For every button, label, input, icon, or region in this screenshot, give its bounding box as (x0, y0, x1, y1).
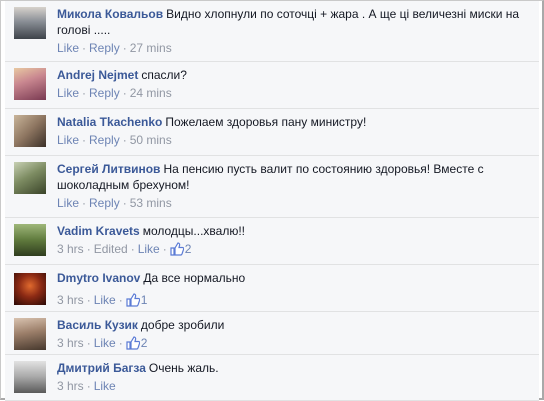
edited-label[interactable]: Edited (94, 242, 128, 256)
like-button[interactable]: Like (138, 242, 160, 256)
reply-button[interactable]: Reply (89, 133, 120, 147)
comment-item: Дмитрий Багза Очень жаль. 3 hrs · Like (5, 355, 539, 401)
comment-list: Микола Ковальов Видно хлопнули по соточці… (5, 1, 539, 401)
comment-actions: Like · Reply · 24 mins (57, 84, 533, 102)
like-button[interactable]: Like (57, 41, 79, 55)
separator: · (122, 41, 127, 55)
comment-item: Василь Кузик добре зробили 3 hrs · Like · 2 (5, 312, 539, 355)
comment-actions: 3 hrs · Like · 1 (57, 291, 533, 312)
comment-actions: 3 hrs · Edited · Like · 2 (57, 240, 533, 261)
reply-button[interactable]: Reply (89, 86, 120, 100)
separator: · (86, 242, 91, 256)
timestamp[interactable]: 3 hrs (57, 242, 84, 256)
avatar[interactable] (14, 273, 46, 305)
comment-text: добре зробили (140, 318, 225, 332)
person-photo-icon (14, 318, 46, 350)
avatar[interactable] (14, 162, 46, 194)
timestamp[interactable]: 53 mins (130, 196, 172, 210)
separator: · (122, 133, 127, 147)
comment-actions: 3 hrs · Like (57, 377, 533, 395)
like-button[interactable]: Like (57, 196, 79, 210)
avatar[interactable] (14, 115, 46, 147)
separator: · (86, 293, 91, 307)
person-photo-icon (14, 273, 46, 305)
separator: · (86, 336, 91, 350)
separator: · (130, 242, 135, 256)
separator: · (118, 293, 123, 307)
comment-text: молодцы...хвалю!! (142, 224, 246, 238)
avatar[interactable] (14, 318, 46, 350)
separator: · (162, 242, 167, 256)
separator: · (122, 86, 127, 100)
separator: · (82, 133, 87, 147)
author-name[interactable]: Василь Кузик (57, 318, 138, 332)
comment-text: Очень жаль. (148, 361, 219, 375)
reply-button[interactable]: Reply (89, 41, 120, 55)
person-photo-icon (14, 115, 46, 147)
person-photo-icon (14, 224, 46, 256)
separator: · (86, 379, 91, 393)
separator: · (82, 196, 87, 210)
author-name[interactable]: Микола Ковальов (57, 7, 163, 21)
like-button[interactable]: Like (57, 133, 79, 147)
comment-item: Andrej Nejmet спасли? Like · Reply · 24 mins (5, 62, 539, 109)
separator: · (82, 41, 87, 55)
comment-text: спасли? (141, 68, 187, 82)
person-photo-icon (14, 162, 46, 194)
comment-actions: Like · Reply · 53 mins (57, 194, 533, 212)
comment-actions: Like · Reply · 50 mins (57, 131, 533, 149)
like-button[interactable]: Like (94, 336, 116, 350)
like-button[interactable]: Like (57, 86, 79, 100)
person-photo-icon (14, 7, 46, 39)
like-count[interactable]: 2 (185, 242, 192, 256)
separator: · (118, 336, 123, 350)
avatar[interactable] (14, 224, 46, 256)
comment-text: Да все нормально (143, 271, 246, 285)
like-button[interactable]: Like (94, 379, 116, 393)
comment-item: Vadim Kravets молодцы...хвалю!! 3 hrs · Edi… (5, 218, 539, 265)
thumbs-up-icon[interactable] (170, 242, 185, 261)
comment-item: Сергей Литвинов На пенсию пусть валит по … (5, 156, 539, 218)
separator: · (82, 86, 87, 100)
like-count[interactable]: 2 (141, 336, 148, 350)
person-photo-icon (14, 361, 46, 393)
like-button[interactable]: Like (94, 293, 116, 307)
timestamp[interactable]: 3 hrs (57, 293, 84, 307)
thumbs-up-icon[interactable] (126, 293, 140, 312)
avatar[interactable] (14, 361, 46, 393)
author-name[interactable]: Andrej Nejmet (57, 68, 138, 82)
separator: · (122, 196, 127, 210)
timestamp[interactable]: 3 hrs (57, 379, 84, 393)
comment-actions: 3 hrs · Like · 2 (57, 334, 533, 355)
avatar[interactable] (14, 68, 46, 100)
comment-panel: Микола Ковальов Видно хлопнули по соточці… (0, 0, 544, 401)
person-photo-icon (14, 68, 46, 100)
like-count[interactable]: 1 (141, 293, 148, 307)
reply-button[interactable]: Reply (89, 196, 120, 210)
timestamp[interactable]: 3 hrs (57, 336, 84, 350)
comment-item: Natalia Tkachenko Пожелаем здоровья пану … (5, 109, 539, 156)
comment-item: Dmytro Ivanov Да все нормально 3 hrs · Like… (5, 265, 539, 312)
author-name[interactable]: Dmytro Ivanov (57, 271, 140, 285)
author-name[interactable]: Vadim Kravets (57, 224, 140, 238)
timestamp[interactable]: 27 mins (130, 41, 172, 55)
timestamp[interactable]: 24 mins (130, 86, 172, 100)
author-name[interactable]: Сергей Литвинов (57, 162, 160, 176)
thumbs-up-icon[interactable] (126, 336, 140, 355)
avatar[interactable] (14, 7, 46, 39)
comment-item: Микола Ковальов Видно хлопнули по соточці… (5, 1, 539, 62)
author-name[interactable]: Natalia Tkachenko (57, 115, 162, 129)
comment-text: Пожелаем здоровья пану министру! (165, 115, 367, 129)
timestamp[interactable]: 50 mins (130, 133, 172, 147)
author-name[interactable]: Дмитрий Багза (57, 361, 146, 375)
comment-actions: Like · Reply · 27 mins (57, 39, 533, 57)
